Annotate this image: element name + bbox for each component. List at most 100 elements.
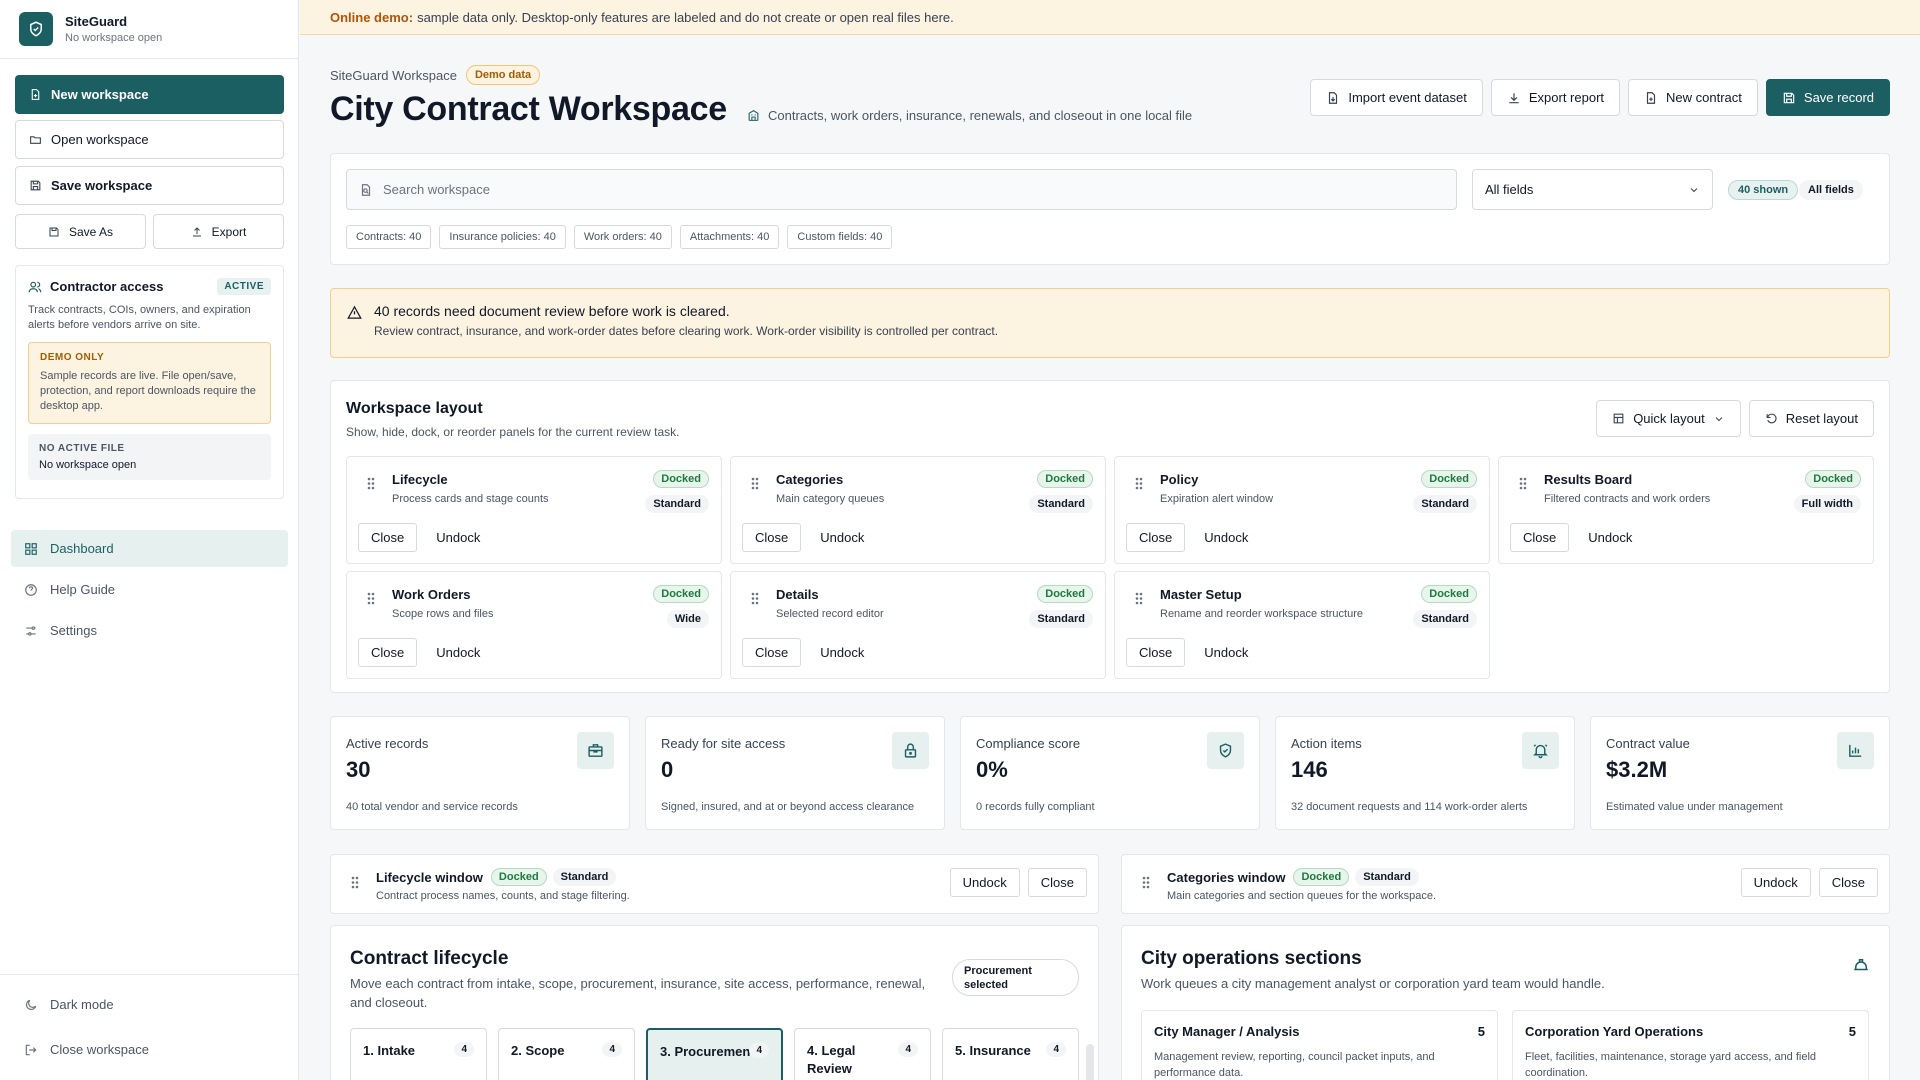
- access-title: Contractor access: [50, 279, 164, 294]
- stat-value: $3.2M: [1606, 757, 1668, 782]
- nav-settings[interactable]: Settings: [11, 612, 288, 649]
- stat-contract-value: Contract value $3.2M Estimated value und…: [1590, 716, 1890, 830]
- panel-close-button[interactable]: Close: [358, 638, 418, 667]
- shield-logo-icon: [19, 12, 53, 46]
- header-actions: Import event dataset Export report New c…: [1310, 79, 1890, 116]
- stat-active-records: Active records 30 40 total vendor and se…: [330, 716, 630, 830]
- import-icon: [1326, 91, 1340, 105]
- stage-legal-review[interactable]: 4. Legal Review 4: [794, 1028, 931, 1080]
- nav-help-guide[interactable]: Help Guide: [11, 571, 288, 608]
- queue-desc: Fleet, facilities, maintenance, storage …: [1525, 1051, 1817, 1079]
- drag-handle-icon[interactable]: [1135, 477, 1143, 490]
- panel-close-button[interactable]: Close: [1510, 523, 1570, 552]
- nav-dashboard[interactable]: Dashboard: [11, 530, 288, 567]
- layout-panel-results-board: Results Board Filtered contracts and wor…: [1498, 456, 1874, 564]
- folder-open-icon: [29, 133, 42, 146]
- panel-desc: Filtered contracts and work orders: [1544, 493, 1711, 505]
- panel-undock-button[interactable]: Undock: [1575, 523, 1646, 552]
- panel-undock-button[interactable]: Undock: [1191, 523, 1262, 552]
- panel-close-button[interactable]: Close: [742, 638, 802, 667]
- queue-city-manager[interactable]: City Manager / Analysis 5 Management rev…: [1141, 1010, 1498, 1080]
- reset-layout-button[interactable]: Reset layout: [1748, 400, 1874, 437]
- help-circle-icon: [24, 583, 38, 597]
- queue-corporation-yard[interactable]: Corporation Yard Operations 5 Fleet, fac…: [1512, 1010, 1869, 1080]
- stat-note: Estimated value under management: [1606, 801, 1783, 813]
- drag-handle-icon[interactable]: [367, 592, 375, 605]
- stat-label: Active records: [346, 736, 429, 751]
- docked-tag: Docked: [1421, 585, 1477, 603]
- panel-desc: Rename and reorder workspace structure: [1160, 608, 1363, 620]
- demo-title: DEMO ONLY: [40, 352, 105, 363]
- window-undock-button[interactable]: Undock: [1740, 868, 1811, 897]
- size-tag: Standard: [1355, 868, 1419, 886]
- docked-tag: Docked: [1421, 470, 1477, 488]
- search-input[interactable]: [383, 182, 1383, 197]
- quick-layout-dropdown[interactable]: Quick layout: [1596, 400, 1741, 437]
- stage-scope[interactable]: 2. Scope 4: [498, 1028, 635, 1080]
- stat-value: 146: [1291, 757, 1328, 782]
- panel-close-button[interactable]: Close: [1126, 523, 1186, 552]
- rotate-ccw-icon: [1765, 412, 1778, 425]
- contract-lifecycle-card: Contract lifecycle Move each contract fr…: [330, 925, 1099, 1080]
- new-workspace-button[interactable]: New workspace: [15, 75, 284, 114]
- stage-name: 3. Procurement: [660, 1044, 755, 1059]
- dark-mode-toggle[interactable]: Dark mode: [11, 986, 288, 1023]
- panel-undock-button[interactable]: Undock: [423, 523, 494, 552]
- page-title: City Contract Workspace: [330, 90, 727, 128]
- drag-handle-icon[interactable]: [367, 477, 375, 490]
- sections-title: City operations sections: [1141, 948, 1362, 969]
- new-contract-button[interactable]: New contract: [1628, 79, 1758, 116]
- stage-intake[interactable]: 1. Intake 4: [350, 1028, 487, 1080]
- drag-handle-icon[interactable]: [751, 477, 759, 490]
- stage-name: 1. Intake: [363, 1043, 416, 1058]
- demo-data-badge: Demo data: [465, 65, 541, 85]
- search-card: All fields 40 shown All fields Contracts…: [330, 153, 1890, 265]
- window-desc: Main categories and section queues for t…: [1167, 890, 1437, 902]
- subtitle-text: Contracts, work orders, insurance, renew…: [768, 108, 1193, 123]
- close-workspace-label: Close workspace: [50, 1042, 149, 1057]
- save-as-button[interactable]: Save As: [15, 214, 146, 249]
- stat-label: Contract value: [1606, 736, 1690, 751]
- window-close-button[interactable]: Close: [1818, 868, 1878, 897]
- stage-procurement[interactable]: 3. Procurement 4: [646, 1028, 783, 1080]
- close-workspace-button[interactable]: Close workspace: [11, 1031, 288, 1068]
- docked-tag: Docked: [490, 868, 547, 886]
- import-dataset-button[interactable]: Import event dataset: [1310, 79, 1483, 116]
- panel-undock-button[interactable]: Undock: [1191, 638, 1262, 667]
- stat-compliance-score: Compliance score 0% 0 records fully comp…: [960, 716, 1260, 830]
- window-close-button[interactable]: Close: [1027, 868, 1087, 897]
- stage-insurance[interactable]: 5. Insurance 4: [942, 1028, 1079, 1080]
- open-workspace-button[interactable]: Open workspace: [15, 120, 284, 159]
- save-icon: [29, 179, 42, 192]
- field-select[interactable]: All fields: [1472, 169, 1713, 210]
- drag-handle-icon[interactable]: [351, 876, 359, 889]
- stage-name: 4. Legal Review: [807, 1043, 856, 1076]
- queue-count: 5: [1477, 1024, 1485, 1039]
- drag-handle-icon[interactable]: [751, 592, 759, 605]
- chip-contracts: Contracts: 40: [346, 225, 432, 249]
- panel-close-button[interactable]: Close: [358, 523, 418, 552]
- panel-name: Master Setup: [1160, 587, 1242, 602]
- panel-undock-button[interactable]: Undock: [423, 638, 494, 667]
- drag-handle-icon[interactable]: [1135, 592, 1143, 605]
- bell-icon: [1522, 732, 1559, 769]
- demo-banner: Online demo: sample data only. Desktop-o…: [300, 0, 1920, 35]
- drag-handle-icon[interactable]: [1519, 477, 1527, 490]
- layout-panel-master-setup: Master Setup Rename and reorder workspac…: [1114, 571, 1490, 679]
- save-workspace-button[interactable]: Save workspace: [15, 166, 284, 205]
- breadcrumb: SiteGuard Workspace Demo data: [330, 65, 541, 85]
- panel-undock-button[interactable]: Undock: [807, 638, 878, 667]
- search-field[interactable]: [346, 169, 1457, 210]
- panel-close-button[interactable]: Close: [1126, 638, 1186, 667]
- chip-custom-fields: Custom fields: 40: [787, 225, 893, 249]
- panel-undock-button[interactable]: Undock: [807, 523, 878, 552]
- panel-name: Policy: [1160, 472, 1199, 487]
- window-undock-button[interactable]: Undock: [949, 868, 1020, 897]
- selected-stage-pill: Procurement selected: [952, 959, 1079, 996]
- stages-scrollbar[interactable]: [1086, 1044, 1094, 1080]
- export-button[interactable]: Export: [153, 214, 284, 249]
- panel-close-button[interactable]: Close: [742, 523, 802, 552]
- export-report-button[interactable]: Export report: [1490, 79, 1621, 116]
- save-record-button[interactable]: Save record: [1765, 79, 1890, 116]
- drag-handle-icon[interactable]: [1142, 876, 1150, 889]
